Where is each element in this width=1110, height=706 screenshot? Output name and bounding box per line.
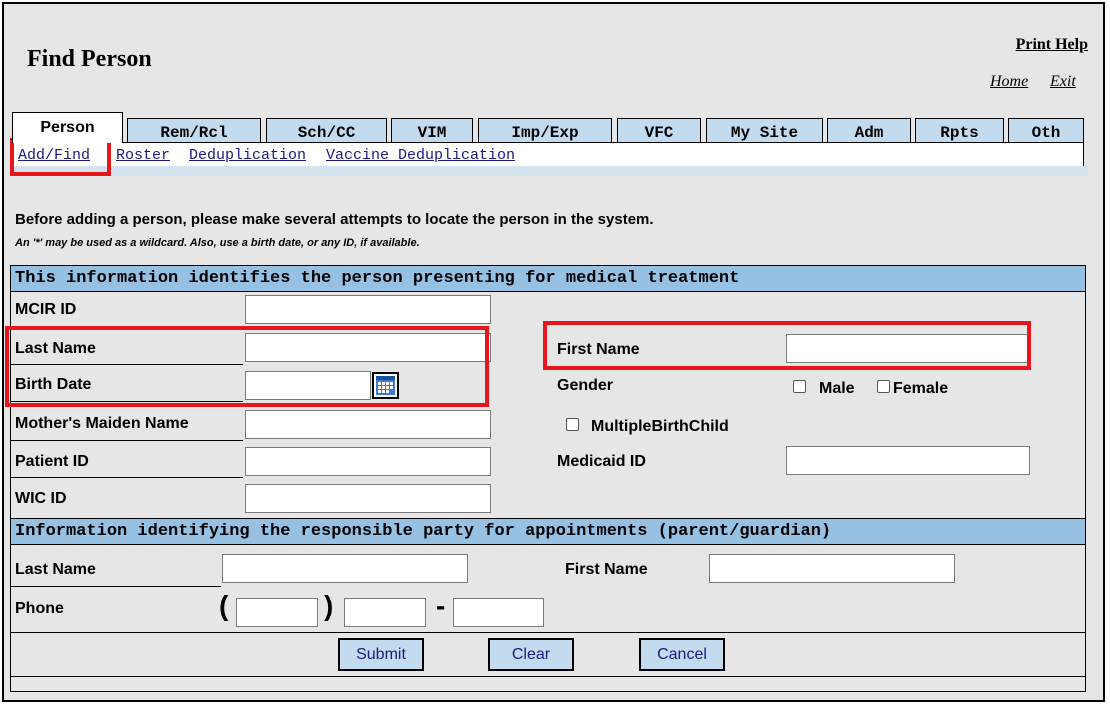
tab-oth[interactable]: Oth	[1008, 118, 1084, 143]
last-name-label: Last Name	[15, 340, 96, 357]
subnav-shadow	[10, 166, 1088, 176]
divider	[11, 544, 1085, 545]
multiple-birth-checkbox[interactable]	[566, 418, 579, 431]
phone-label: Phone	[15, 600, 64, 617]
subnav-add-find[interactable]: Add/Find	[18, 147, 90, 164]
mcir-id-label: MCIR ID	[15, 301, 77, 318]
home-link[interactable]: Home	[990, 73, 1028, 91]
submit-button[interactable]: Submit	[338, 638, 424, 671]
row-divider	[11, 440, 243, 441]
divider	[11, 291, 1085, 292]
patient-id-input[interactable]	[245, 447, 491, 476]
tab-adm[interactable]: Adm	[827, 118, 911, 143]
multiple-birth-label: MultipleBirthChild	[591, 418, 729, 435]
subnav-roster[interactable]: Roster	[116, 147, 170, 164]
guardian-first-name-input[interactable]	[709, 554, 955, 583]
first-name-input[interactable]	[786, 334, 1030, 363]
tab-imp-exp[interactable]: Imp/Exp	[478, 118, 612, 143]
row-divider	[11, 477, 243, 478]
print-help-link[interactable]: Print Help	[1016, 36, 1088, 54]
tab-sch-cc[interactable]: Sch/CC	[266, 118, 387, 143]
patient-id-label: Patient ID	[15, 453, 89, 470]
calendar-icon[interactable]	[372, 372, 399, 399]
subnav-bar: Add/Find Roster Deduplication Vaccine De…	[10, 142, 1084, 166]
guardian-last-name-input[interactable]	[222, 554, 468, 583]
tab-person[interactable]: Person	[12, 112, 123, 143]
male-checkbox[interactable]	[793, 380, 806, 393]
phone-close-paren: )	[324, 590, 334, 621]
guardian-last-name-label: Last Name	[15, 561, 96, 578]
row-divider	[11, 328, 243, 329]
divider	[11, 676, 1085, 677]
phone-dash: -	[436, 590, 446, 621]
guardian-section-heading: Information identifying the responsible …	[11, 519, 1085, 544]
male-label: Male	[819, 380, 855, 397]
wic-id-label: WIC ID	[15, 490, 67, 507]
tab-my-site[interactable]: My Site	[706, 118, 823, 143]
tab-vfc[interactable]: VFC	[617, 118, 701, 143]
birth-date-input[interactable]	[245, 371, 371, 400]
row-divider	[11, 401, 243, 402]
exit-link[interactable]: Exit	[1050, 73, 1076, 91]
mcir-id-input[interactable]	[245, 295, 491, 324]
subnav-vaccine-deduplication[interactable]: Vaccine Deduplication	[326, 147, 515, 164]
patient-section-heading: This information identifies the person p…	[11, 266, 1085, 291]
tab-rem-rcl[interactable]: Rem/Rcl	[127, 118, 261, 143]
female-checkbox[interactable]	[877, 380, 890, 393]
row-divider	[11, 586, 221, 587]
tab-vim[interactable]: VIM	[391, 118, 473, 143]
clear-button[interactable]: Clear	[488, 638, 574, 671]
wic-id-input[interactable]	[245, 484, 491, 513]
medicaid-id-label: Medicaid ID	[557, 453, 646, 470]
gender-label: Gender	[557, 377, 614, 394]
birth-date-label: Birth Date	[15, 376, 92, 393]
cancel-button[interactable]: Cancel	[639, 638, 725, 671]
female-label: Female	[893, 380, 949, 397]
tab-rpts[interactable]: Rpts	[915, 118, 1004, 143]
row-divider	[11, 364, 243, 365]
phone-prefix-input[interactable]	[344, 598, 426, 627]
mothers-maiden-name-input[interactable]	[245, 410, 491, 439]
first-name-label: First Name	[557, 341, 640, 358]
subnav-deduplication[interactable]: Deduplication	[189, 147, 306, 164]
search-form-panel: This information identifies the person p…	[10, 265, 1086, 692]
instruction-text: Before adding a person, please make seve…	[15, 211, 654, 228]
divider	[11, 632, 1085, 633]
phone-area-code-input[interactable]	[236, 598, 318, 627]
guardian-first-name-label: First Name	[565, 561, 648, 578]
last-name-input[interactable]	[245, 333, 491, 362]
wildcard-hint: An '*' may be used as a wildcard. Also, …	[15, 237, 420, 249]
page-title: Find Person	[27, 46, 152, 72]
medicaid-id-input[interactable]	[786, 446, 1030, 475]
phone-line-number-input[interactable]	[453, 598, 544, 627]
mothers-maiden-name-label: Mother's Maiden Name	[15, 415, 189, 432]
phone-open-paren: (	[219, 590, 229, 621]
